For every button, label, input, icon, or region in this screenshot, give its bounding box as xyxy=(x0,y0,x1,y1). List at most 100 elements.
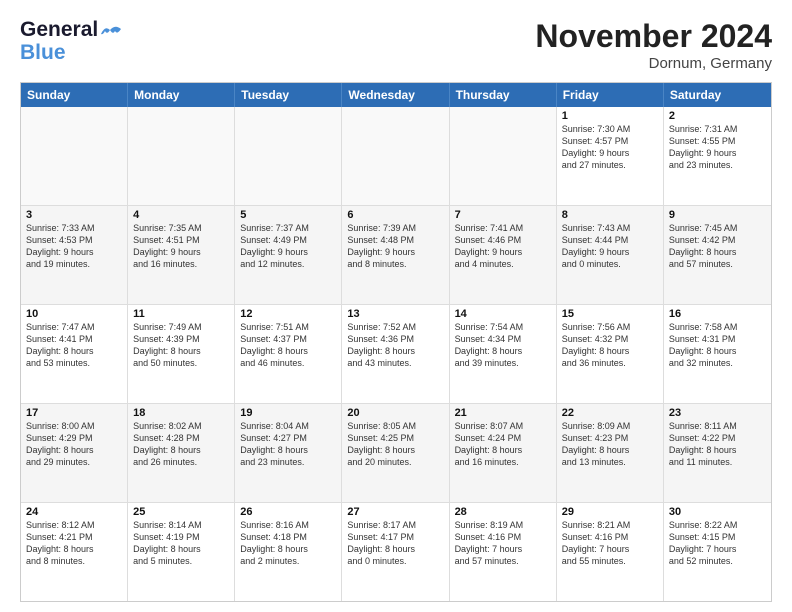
day-info: Sunrise: 8:14 AM Sunset: 4:19 PM Dayligh… xyxy=(133,519,229,568)
day-info: Sunrise: 7:45 AM Sunset: 4:42 PM Dayligh… xyxy=(669,222,766,271)
day-info: Sunrise: 8:16 AM Sunset: 4:18 PM Dayligh… xyxy=(240,519,336,568)
day-number: 16 xyxy=(669,308,766,320)
day-cell-11: 11Sunrise: 7:49 AM Sunset: 4:39 PM Dayli… xyxy=(128,305,235,403)
day-info: Sunrise: 8:07 AM Sunset: 4:24 PM Dayligh… xyxy=(455,420,551,469)
day-cell-30: 30Sunrise: 8:22 AM Sunset: 4:15 PM Dayli… xyxy=(664,503,771,601)
day-info: Sunrise: 8:19 AM Sunset: 4:16 PM Dayligh… xyxy=(455,519,551,568)
day-info: Sunrise: 7:35 AM Sunset: 4:51 PM Dayligh… xyxy=(133,222,229,271)
day-info: Sunrise: 8:11 AM Sunset: 4:22 PM Dayligh… xyxy=(669,420,766,469)
day-number: 21 xyxy=(455,407,551,419)
day-cell-26: 26Sunrise: 8:16 AM Sunset: 4:18 PM Dayli… xyxy=(235,503,342,601)
header-monday: Monday xyxy=(128,83,235,107)
calendar-row-5: 24Sunrise: 8:12 AM Sunset: 4:21 PM Dayli… xyxy=(21,502,771,601)
calendar-row-1: 1Sunrise: 7:30 AM Sunset: 4:57 PM Daylig… xyxy=(21,107,771,205)
day-cell-23: 23Sunrise: 8:11 AM Sunset: 4:22 PM Dayli… xyxy=(664,404,771,502)
day-cell-22: 22Sunrise: 8:09 AM Sunset: 4:23 PM Dayli… xyxy=(557,404,664,502)
day-info: Sunrise: 7:37 AM Sunset: 4:49 PM Dayligh… xyxy=(240,222,336,271)
day-cell-9: 9Sunrise: 7:45 AM Sunset: 4:42 PM Daylig… xyxy=(664,206,771,304)
day-cell-10: 10Sunrise: 7:47 AM Sunset: 4:41 PM Dayli… xyxy=(21,305,128,403)
day-info: Sunrise: 7:41 AM Sunset: 4:46 PM Dayligh… xyxy=(455,222,551,271)
day-number: 7 xyxy=(455,209,551,221)
day-info: Sunrise: 8:12 AM Sunset: 4:21 PM Dayligh… xyxy=(26,519,122,568)
header-tuesday: Tuesday xyxy=(235,83,342,107)
day-number: 5 xyxy=(240,209,336,221)
day-number: 1 xyxy=(562,110,658,122)
day-info: Sunrise: 8:09 AM Sunset: 4:23 PM Dayligh… xyxy=(562,420,658,469)
header-saturday: Saturday xyxy=(664,83,771,107)
logo-blue: Blue xyxy=(20,41,122,64)
day-cell-13: 13Sunrise: 7:52 AM Sunset: 4:36 PM Dayli… xyxy=(342,305,449,403)
day-info: Sunrise: 7:49 AM Sunset: 4:39 PM Dayligh… xyxy=(133,321,229,370)
calendar-row-4: 17Sunrise: 8:00 AM Sunset: 4:29 PM Dayli… xyxy=(21,403,771,502)
location: Dornum, Germany xyxy=(535,55,772,72)
day-cell-8: 8Sunrise: 7:43 AM Sunset: 4:44 PM Daylig… xyxy=(557,206,664,304)
day-info: Sunrise: 8:21 AM Sunset: 4:16 PM Dayligh… xyxy=(562,519,658,568)
day-cell-25: 25Sunrise: 8:14 AM Sunset: 4:19 PM Dayli… xyxy=(128,503,235,601)
header-wednesday: Wednesday xyxy=(342,83,449,107)
day-cell-1: 1Sunrise: 7:30 AM Sunset: 4:57 PM Daylig… xyxy=(557,107,664,205)
day-number: 18 xyxy=(133,407,229,419)
day-cell-29: 29Sunrise: 8:21 AM Sunset: 4:16 PM Dayli… xyxy=(557,503,664,601)
day-cell-28: 28Sunrise: 8:19 AM Sunset: 4:16 PM Dayli… xyxy=(450,503,557,601)
day-number: 30 xyxy=(669,506,766,518)
day-cell-14: 14Sunrise: 7:54 AM Sunset: 4:34 PM Dayli… xyxy=(450,305,557,403)
day-info: Sunrise: 7:47 AM Sunset: 4:41 PM Dayligh… xyxy=(26,321,122,370)
day-info: Sunrise: 7:58 AM Sunset: 4:31 PM Dayligh… xyxy=(669,321,766,370)
day-cell-27: 27Sunrise: 8:17 AM Sunset: 4:17 PM Dayli… xyxy=(342,503,449,601)
day-info: Sunrise: 8:04 AM Sunset: 4:27 PM Dayligh… xyxy=(240,420,336,469)
day-info: Sunrise: 7:31 AM Sunset: 4:55 PM Dayligh… xyxy=(669,123,766,172)
day-number: 28 xyxy=(455,506,551,518)
day-number: 15 xyxy=(562,308,658,320)
empty-cell xyxy=(450,107,557,205)
day-info: Sunrise: 7:43 AM Sunset: 4:44 PM Dayligh… xyxy=(562,222,658,271)
day-number: 25 xyxy=(133,506,229,518)
day-cell-17: 17Sunrise: 8:00 AM Sunset: 4:29 PM Dayli… xyxy=(21,404,128,502)
day-info: Sunrise: 7:39 AM Sunset: 4:48 PM Dayligh… xyxy=(347,222,443,271)
day-cell-19: 19Sunrise: 8:04 AM Sunset: 4:27 PM Dayli… xyxy=(235,404,342,502)
day-number: 27 xyxy=(347,506,443,518)
day-info: Sunrise: 7:56 AM Sunset: 4:32 PM Dayligh… xyxy=(562,321,658,370)
day-number: 4 xyxy=(133,209,229,221)
day-cell-6: 6Sunrise: 7:39 AM Sunset: 4:48 PM Daylig… xyxy=(342,206,449,304)
header-thursday: Thursday xyxy=(450,83,557,107)
calendar-body: 1Sunrise: 7:30 AM Sunset: 4:57 PM Daylig… xyxy=(21,107,771,601)
day-cell-5: 5Sunrise: 7:37 AM Sunset: 4:49 PM Daylig… xyxy=(235,206,342,304)
day-number: 29 xyxy=(562,506,658,518)
calendar-row-2: 3Sunrise: 7:33 AM Sunset: 4:53 PM Daylig… xyxy=(21,205,771,304)
day-cell-15: 15Sunrise: 7:56 AM Sunset: 4:32 PM Dayli… xyxy=(557,305,664,403)
day-info: Sunrise: 7:51 AM Sunset: 4:37 PM Dayligh… xyxy=(240,321,336,370)
empty-cell xyxy=(342,107,449,205)
title-block: November 2024 Dornum, Germany xyxy=(535,18,772,72)
day-info: Sunrise: 7:33 AM Sunset: 4:53 PM Dayligh… xyxy=(26,222,122,271)
page: General Blue November 2024 Dornum, Germa… xyxy=(0,0,792,612)
logo: General Blue xyxy=(20,18,122,64)
day-info: Sunrise: 8:17 AM Sunset: 4:17 PM Dayligh… xyxy=(347,519,443,568)
day-info: Sunrise: 7:54 AM Sunset: 4:34 PM Dayligh… xyxy=(455,321,551,370)
day-cell-20: 20Sunrise: 8:05 AM Sunset: 4:25 PM Dayli… xyxy=(342,404,449,502)
day-number: 24 xyxy=(26,506,122,518)
day-info: Sunrise: 7:52 AM Sunset: 4:36 PM Dayligh… xyxy=(347,321,443,370)
bird-logo-icon xyxy=(100,22,122,38)
day-number: 13 xyxy=(347,308,443,320)
empty-cell xyxy=(128,107,235,205)
day-number: 11 xyxy=(133,308,229,320)
day-number: 12 xyxy=(240,308,336,320)
day-number: 20 xyxy=(347,407,443,419)
day-info: Sunrise: 8:22 AM Sunset: 4:15 PM Dayligh… xyxy=(669,519,766,568)
day-cell-21: 21Sunrise: 8:07 AM Sunset: 4:24 PM Dayli… xyxy=(450,404,557,502)
calendar: Sunday Monday Tuesday Wednesday Thursday… xyxy=(20,82,772,602)
day-info: Sunrise: 8:02 AM Sunset: 4:28 PM Dayligh… xyxy=(133,420,229,469)
calendar-row-3: 10Sunrise: 7:47 AM Sunset: 4:41 PM Dayli… xyxy=(21,304,771,403)
day-cell-18: 18Sunrise: 8:02 AM Sunset: 4:28 PM Dayli… xyxy=(128,404,235,502)
day-number: 23 xyxy=(669,407,766,419)
day-number: 22 xyxy=(562,407,658,419)
empty-cell xyxy=(235,107,342,205)
day-number: 19 xyxy=(240,407,336,419)
day-cell-12: 12Sunrise: 7:51 AM Sunset: 4:37 PM Dayli… xyxy=(235,305,342,403)
day-cell-3: 3Sunrise: 7:33 AM Sunset: 4:53 PM Daylig… xyxy=(21,206,128,304)
day-cell-2: 2Sunrise: 7:31 AM Sunset: 4:55 PM Daylig… xyxy=(664,107,771,205)
day-info: Sunrise: 7:30 AM Sunset: 4:57 PM Dayligh… xyxy=(562,123,658,172)
day-number: 8 xyxy=(562,209,658,221)
empty-cell xyxy=(21,107,128,205)
day-cell-24: 24Sunrise: 8:12 AM Sunset: 4:21 PM Dayli… xyxy=(21,503,128,601)
